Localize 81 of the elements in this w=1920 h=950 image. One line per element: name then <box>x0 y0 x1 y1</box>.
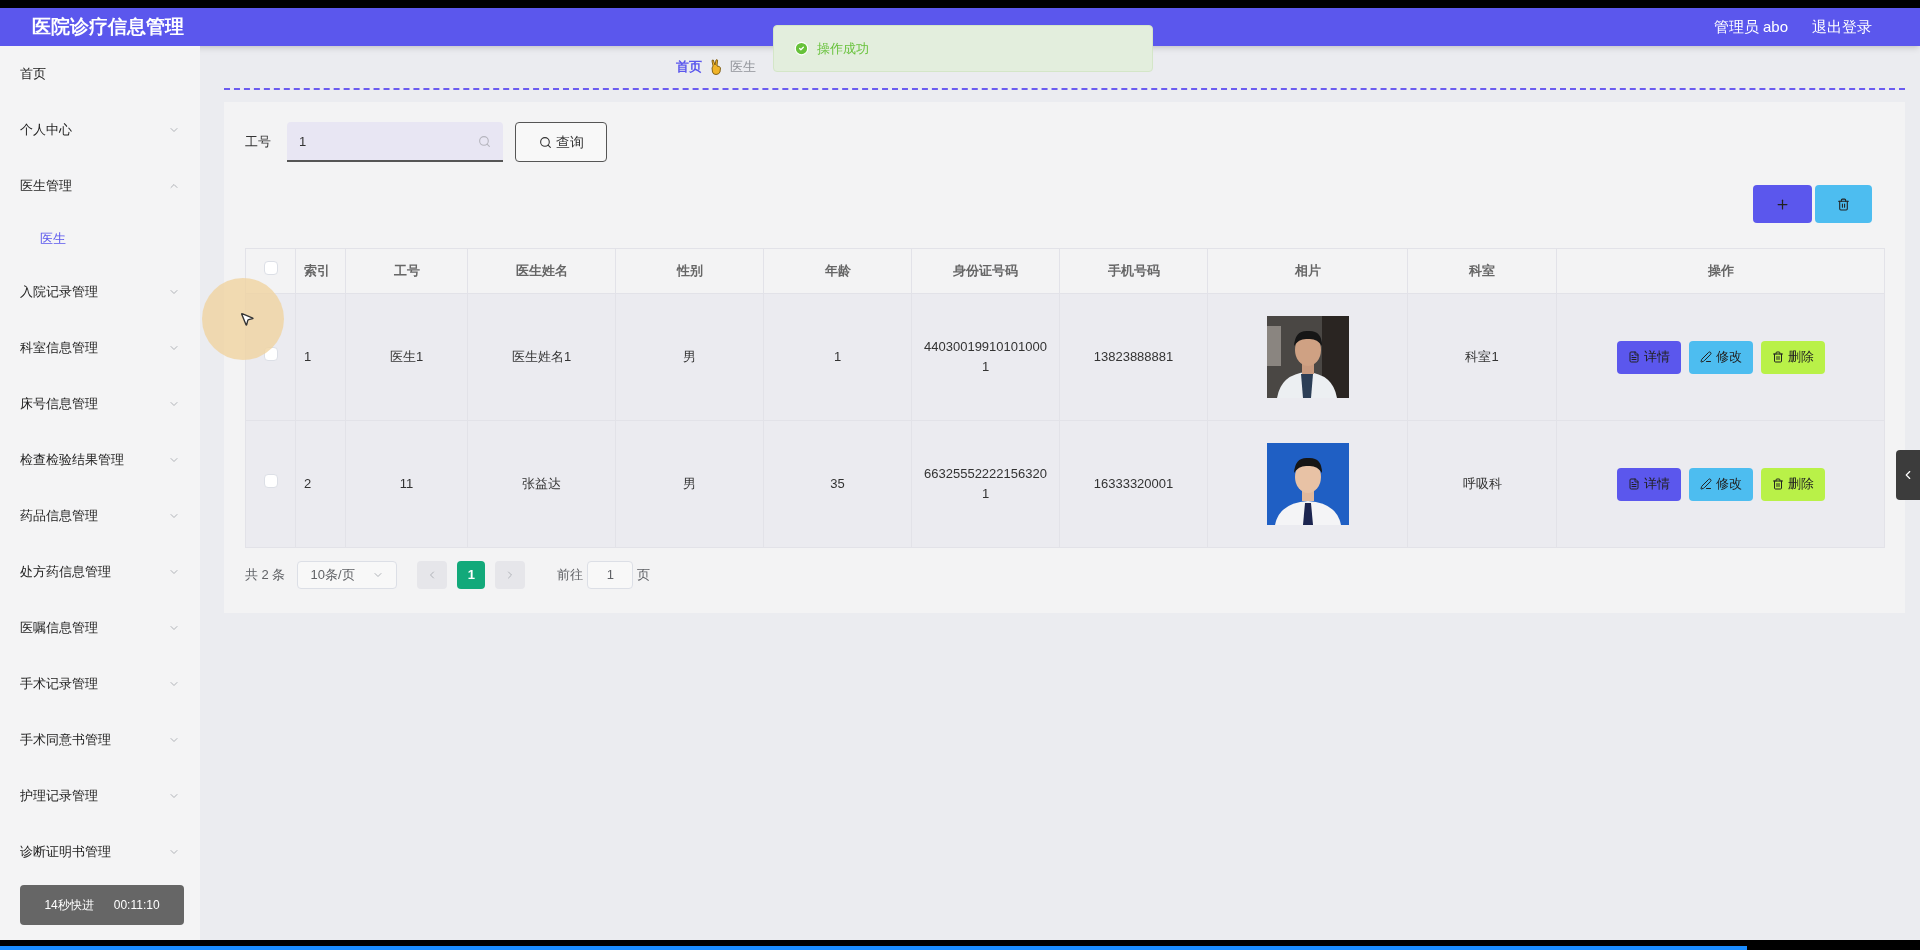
column-header: 身份证号码 <box>911 248 1060 294</box>
next-page-button[interactable] <box>495 561 526 589</box>
table-cell: 2 <box>295 420 346 548</box>
video-time: 00:11:10 <box>113 897 160 914</box>
table-cell: 13823888881 <box>1059 293 1208 421</box>
column-header: 医生姓名 <box>467 248 616 294</box>
sidebar-item[interactable]: 诊断证明书管理 <box>0 824 200 880</box>
column-header: 性别 <box>615 248 764 294</box>
total-count: 共 2 条 <box>245 566 286 585</box>
sidebar-item[interactable]: 手术同意书管理 <box>0 712 200 768</box>
document-icon <box>1627 351 1640 363</box>
sidebar-item[interactable]: 手术记录管理 <box>0 656 200 712</box>
hand-icon <box>710 59 722 75</box>
fast-forward-text: 14秒快进 <box>44 897 94 914</box>
sidebar-item[interactable]: 药品信息管理 <box>0 488 200 544</box>
column-header: 相片 <box>1207 248 1408 294</box>
plus-icon <box>1775 196 1790 212</box>
edit-button[interactable]: 修改 <box>1688 467 1753 501</box>
success-icon <box>794 41 809 56</box>
column-header: 年龄 <box>763 248 912 294</box>
search-button[interactable]: 查询 <box>515 122 607 162</box>
search-icon <box>538 135 552 149</box>
search-field[interactable]: 1 <box>287 122 503 162</box>
table-cell: 663255522221563201 <box>911 420 1060 548</box>
table-cell: 11 <box>345 420 468 548</box>
column-header: 工号 <box>345 248 468 294</box>
sidebar-item[interactable]: 床号信息管理 <box>0 376 200 432</box>
cursor-icon <box>239 311 255 327</box>
trash-icon <box>1771 478 1784 490</box>
pen-icon <box>1699 351 1712 363</box>
table-cell: 1 <box>763 293 912 421</box>
column-header: 手机号码 <box>1059 248 1208 294</box>
delete-button[interactable]: 删除 <box>1760 467 1825 501</box>
checkbox[interactable] <box>263 474 278 489</box>
toast-text: 操作成功 <box>817 39 869 58</box>
pen-icon <box>1699 478 1712 490</box>
trash-icon <box>1837 197 1850 211</box>
search-label: 工号 <box>245 133 272 152</box>
edit-button[interactable]: 修改 <box>1688 340 1753 374</box>
page-suffix: 页 <box>637 566 651 585</box>
previous-page-button[interactable] <box>417 561 448 589</box>
column-header: 操作 <box>1556 248 1885 294</box>
table-cell: 1 <box>295 293 346 421</box>
table-cell: 35 <box>763 420 912 548</box>
sidebar-item[interactable]: 检查检验结果管理 <box>0 432 200 488</box>
logout-link[interactable]: 退出登录 <box>1812 15 1872 39</box>
video-progress-track[interactable] <box>0 940 1920 950</box>
table-cell: 医生1 <box>345 293 468 421</box>
breadcrumb-item[interactable]: 首页 <box>676 57 702 77</box>
sidebar-item[interactable]: 科室信息管理 <box>0 320 200 376</box>
table-cell: 男 <box>615 420 764 548</box>
user-name: 管理员 abo <box>1713 16 1788 37</box>
breadcrumb-item: 医生 <box>730 58 756 77</box>
table-cell: 440300199101010001 <box>911 293 1060 421</box>
sidebar-item[interactable]: 入院记录管理 <box>0 264 200 320</box>
sidebar-item[interactable]: 医生管理 <box>0 158 200 214</box>
sidebar-subitem[interactable]: 医生 <box>0 214 200 264</box>
table-cell: 男 <box>615 293 764 421</box>
sidebar-item[interactable]: 护理记录管理 <box>0 768 200 824</box>
table-cell: 科室1 <box>1407 293 1557 421</box>
sidebar-item[interactable]: 个人中心 <box>0 102 200 158</box>
app-title: 医院诊疗信息管理 <box>32 14 184 39</box>
table-cell: 呼吸科 <box>1407 420 1557 548</box>
collapse-tab[interactable] <box>1896 450 1920 500</box>
document-icon <box>1627 478 1640 490</box>
sidebar-item[interactable]: 处方药信息管理 <box>0 544 200 600</box>
table-cell: 张益达 <box>467 420 616 548</box>
page-size-select[interactable]: 10条/页 <box>297 561 398 589</box>
search-icon <box>478 135 491 148</box>
sidebar-item[interactable]: 首页 <box>0 46 200 102</box>
delete-button[interactable] <box>1815 185 1872 223</box>
goto-page-field[interactable]: 1 <box>587 561 634 589</box>
column-header: 索引 <box>295 248 346 294</box>
checkbox[interactable] <box>263 261 278 276</box>
table-cell: 16333320001 <box>1059 420 1208 548</box>
goto-label: 前往 <box>557 566 584 585</box>
column-header: 科室 <box>1407 248 1557 294</box>
delete-button[interactable]: 删除 <box>1760 340 1825 374</box>
sidebar-item[interactable]: 医嘱信息管理 <box>0 600 200 656</box>
table-cell: 医生姓名1 <box>467 293 616 421</box>
trash-icon <box>1771 351 1784 363</box>
